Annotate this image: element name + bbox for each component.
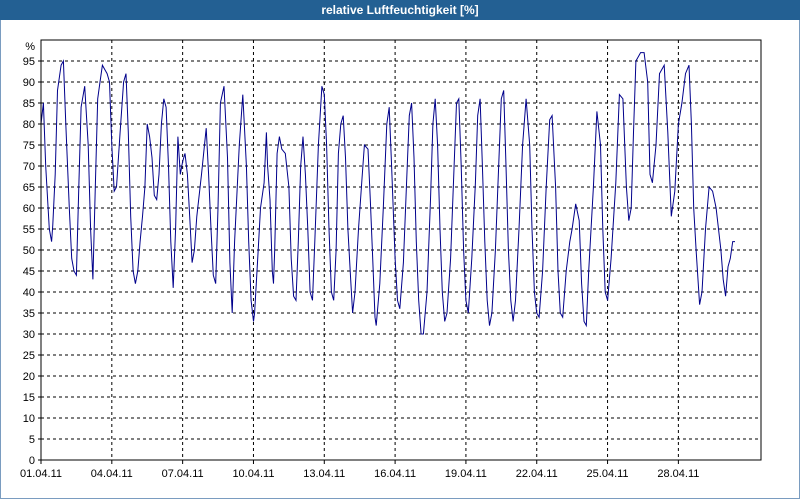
y-tick-label: 0	[29, 455, 35, 467]
x-tick-label: 16.04.11	[374, 468, 416, 480]
y-tick-label: 65	[23, 182, 35, 194]
y-tick-label: 30	[23, 329, 35, 341]
y-tick-label: 75	[23, 140, 35, 152]
y-axis-unit-label: %	[25, 41, 35, 53]
y-tick-label: 10	[23, 413, 35, 425]
x-tick-label: 19.04.11	[445, 468, 487, 480]
y-tick-label: 20	[23, 371, 35, 383]
x-tick-label: 10.04.11	[232, 468, 274, 480]
y-tick-label: 15	[23, 392, 35, 404]
y-tick-label: 40	[23, 287, 35, 299]
y-tick-label: 45	[23, 266, 35, 278]
x-tick-label: 01.04.11	[20, 468, 62, 480]
y-tick-label: 35	[23, 308, 35, 320]
y-tick-label: 5	[29, 434, 35, 446]
x-tick-label: 07.04.11	[162, 468, 204, 480]
x-tick-label: 04.04.11	[91, 468, 133, 480]
y-tick-label: 90	[23, 77, 35, 89]
x-tick-label: 13.04.11	[303, 468, 345, 480]
x-tick-label: 25.04.11	[587, 468, 629, 480]
y-tick-label: 60	[23, 203, 35, 215]
x-tick-label: 22.04.11	[516, 468, 558, 480]
y-tick-label: 70	[23, 161, 35, 173]
y-tick-label: 50	[23, 245, 35, 257]
y-tick-label: 85	[23, 98, 35, 110]
y-tick-label: 55	[23, 224, 35, 236]
y-tick-label: 95	[23, 56, 35, 68]
y-tick-label: 80	[23, 119, 35, 131]
x-tick-label: 28.04.11	[657, 468, 699, 480]
y-tick-label: 25	[23, 350, 35, 362]
humidity-line-chart: 0 5 10 15 20 25 30 35 40 45 50 55 60 65 70 75 80 85 90 95% 0…	[20, 39, 762, 480]
